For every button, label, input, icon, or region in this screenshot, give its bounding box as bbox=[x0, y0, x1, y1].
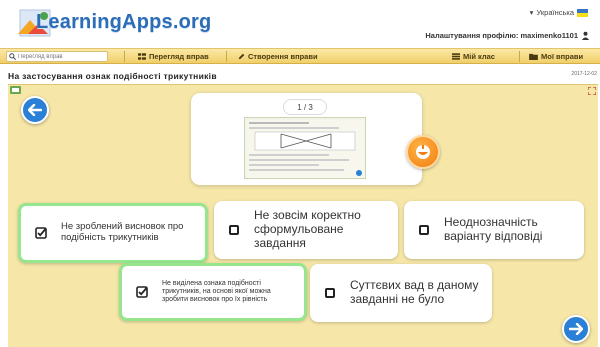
page-date: 2017-12-02 bbox=[571, 71, 597, 77]
hint-button[interactable] bbox=[406, 135, 440, 169]
answer-option-5[interactable]: Суттєвих вад в даному завданні не було bbox=[310, 264, 492, 322]
search-box[interactable] bbox=[6, 51, 108, 62]
answer-option-text: Не зовсім коректно сформульоване завданн… bbox=[254, 208, 361, 250]
answer-option-3[interactable]: Неоднозначність варіанту відповіді bbox=[404, 201, 584, 259]
language-label: Українська bbox=[536, 8, 574, 17]
nav-divider bbox=[124, 51, 125, 62]
checkbox-checked[interactable] bbox=[21, 227, 61, 239]
page-indicator: 1 / 3 bbox=[283, 99, 327, 115]
empty-box-icon bbox=[325, 288, 335, 298]
nav-divider bbox=[519, 51, 520, 62]
page-title: На застосування ознак подібності трикутн… bbox=[8, 71, 217, 81]
profile-settings-link[interactable]: Налаштування профілю: maximenko1101 bbox=[425, 31, 590, 40]
app-area: 1 / 3 Не зроблений висновок про подібніс… bbox=[8, 84, 598, 347]
answer-option-text: Не виділена ознака подібності трикутникі… bbox=[162, 279, 271, 304]
answer-option-text: Неоднозначність варіанту відповіді bbox=[444, 215, 543, 243]
nav-my-apps-label: Мої вправи bbox=[541, 52, 584, 61]
checkbox-empty[interactable] bbox=[404, 225, 444, 235]
arrow-left-icon bbox=[28, 104, 42, 116]
nav-my-apps[interactable]: Мої вправи bbox=[529, 51, 583, 62]
nav-browse-label: Перегляд вправ bbox=[149, 52, 209, 61]
empty-box-icon bbox=[229, 225, 239, 235]
site-logo[interactable]: LearningApps.org bbox=[36, 11, 211, 34]
question-card: 1 / 3 bbox=[191, 93, 422, 185]
search-input[interactable] bbox=[18, 53, 106, 60]
answer-option-1[interactable]: Не зроблений висновок про подібність три… bbox=[18, 203, 208, 263]
checkbox-empty[interactable] bbox=[310, 288, 350, 298]
back-button[interactable] bbox=[21, 96, 49, 124]
checkbox-checked[interactable] bbox=[122, 286, 162, 298]
empty-box-icon bbox=[419, 225, 429, 235]
fullscreen-icon[interactable] bbox=[588, 87, 596, 95]
nav-my-class-label: Мій клас bbox=[463, 52, 495, 61]
answer-option-4[interactable]: Не виділена ознака подібності трикутникі… bbox=[119, 263, 307, 321]
checkbox-empty[interactable] bbox=[214, 225, 254, 235]
flag-icon bbox=[577, 8, 588, 17]
arrow-right-icon bbox=[569, 323, 583, 335]
nav-bar: Перегляд вправ Створення вправи Мій клас… bbox=[0, 48, 600, 64]
checked-box-icon bbox=[136, 286, 148, 298]
search-icon bbox=[9, 53, 16, 60]
checked-box-icon bbox=[35, 227, 47, 239]
nav-divider bbox=[226, 51, 227, 62]
nav-my-class[interactable]: Мій клас bbox=[452, 51, 495, 62]
nav-browse-apps[interactable]: Перегляд вправ bbox=[138, 51, 209, 62]
folder-icon bbox=[529, 53, 538, 60]
list-icon bbox=[452, 53, 460, 60]
profile-label: Налаштування профілю: maximenko1101 bbox=[425, 31, 578, 40]
nav-create-app[interactable]: Створення вправи bbox=[238, 51, 318, 62]
answer-option-text: Не зроблений висновок про подібність три… bbox=[61, 221, 184, 243]
task-image-graphic bbox=[247, 120, 365, 178]
app-settings-icon[interactable] bbox=[10, 86, 21, 94]
user-icon bbox=[581, 31, 590, 40]
grid-icon bbox=[138, 53, 146, 60]
next-button[interactable] bbox=[562, 315, 590, 343]
chevron-down-icon: ▾ bbox=[529, 8, 534, 17]
task-image[interactable] bbox=[244, 117, 366, 179]
nav-create-label: Створення вправи bbox=[248, 52, 318, 61]
header: LearningApps.org ▾ Українська Налаштуван… bbox=[0, 0, 600, 48]
answer-option-2[interactable]: Не зовсім коректно сформульоване завданн… bbox=[214, 201, 398, 259]
pencil-icon bbox=[238, 53, 245, 60]
lightbulb-icon bbox=[416, 145, 430, 159]
answer-option-text: Суттєвих вад в даному завданні не було bbox=[350, 278, 479, 306]
language-selector[interactable]: ▾ Українська bbox=[530, 8, 588, 17]
